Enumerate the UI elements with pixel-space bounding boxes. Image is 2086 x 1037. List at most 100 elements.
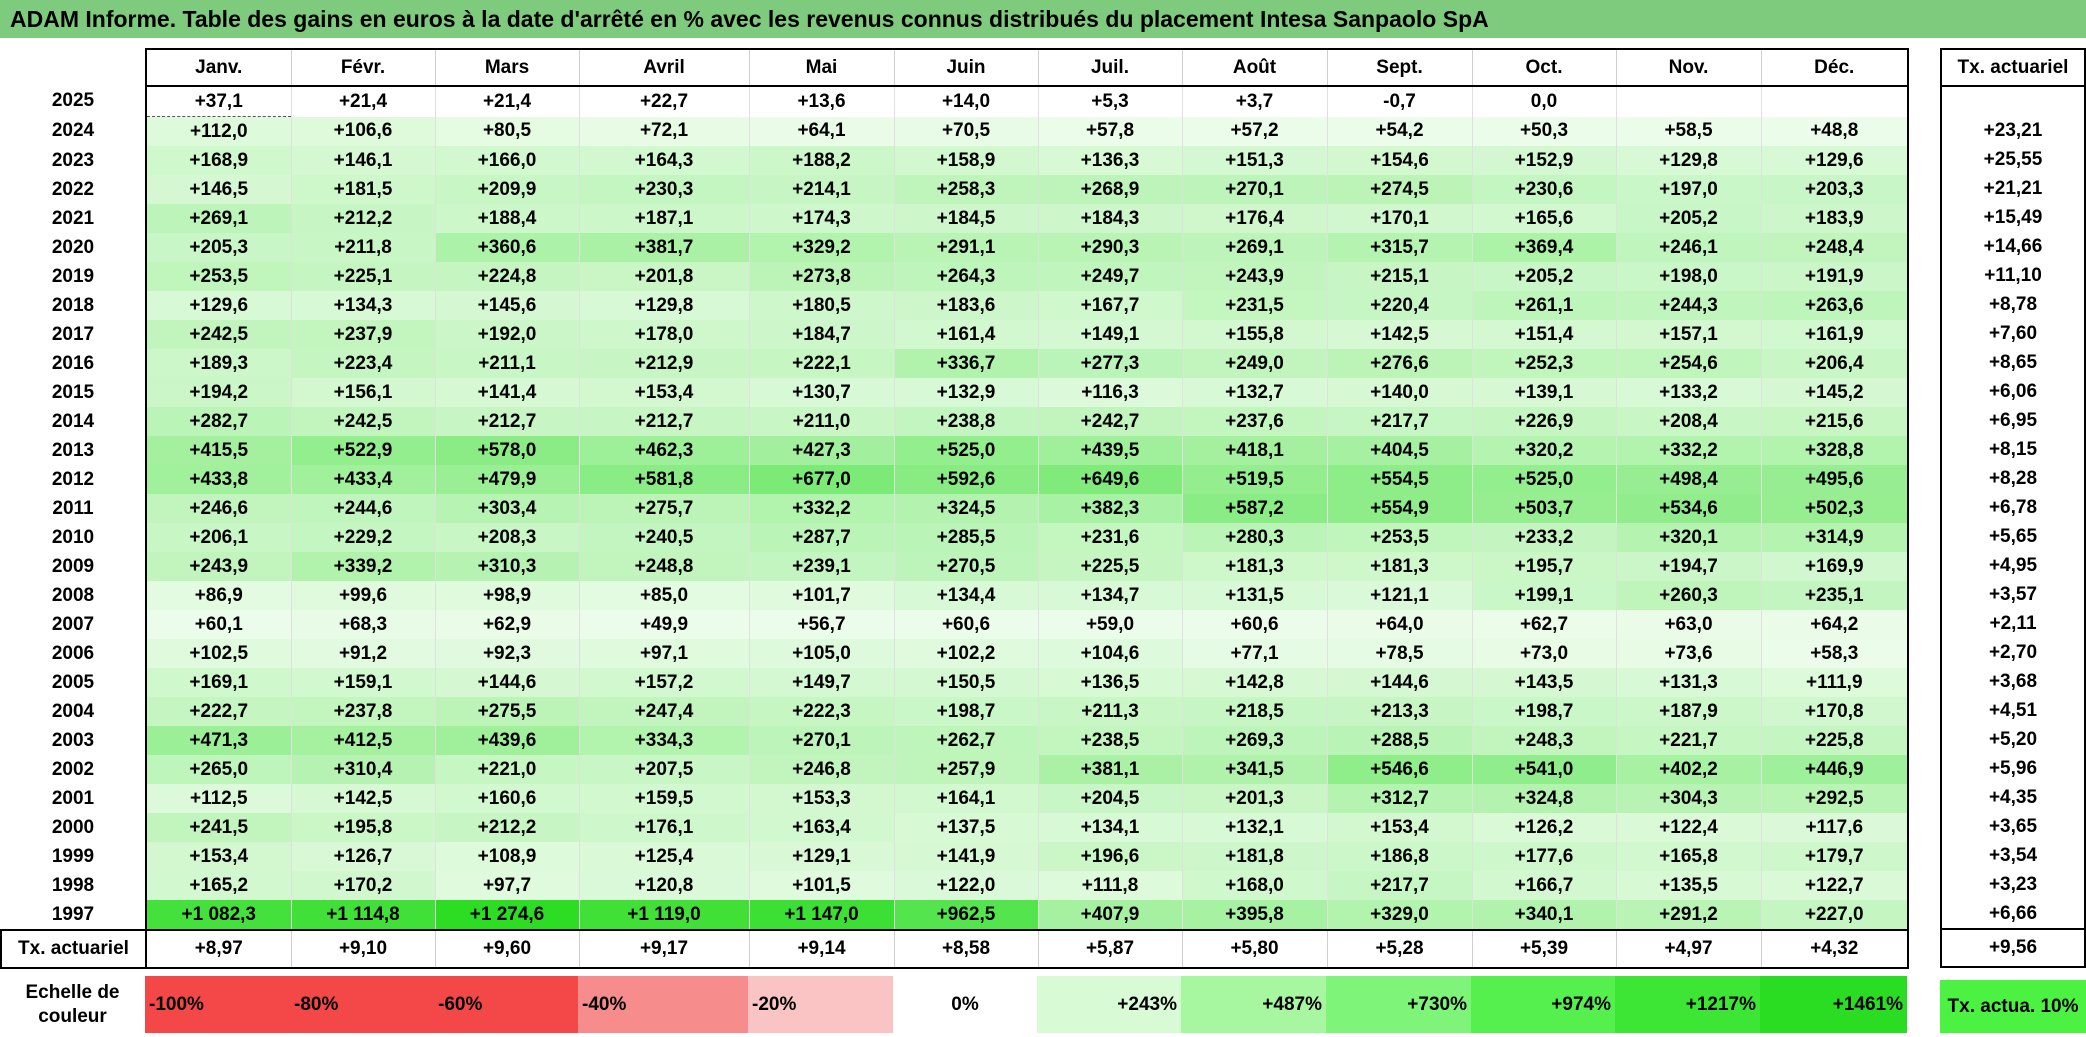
rate-row: +5,65: [1940, 522, 2086, 551]
rate-row: +6,95: [1940, 406, 2086, 435]
year-label: 2024: [51, 120, 95, 142]
gain-cell: +217,7: [1326, 407, 1472, 436]
gain-cell: +246,1: [1615, 233, 1761, 262]
gain-cell: +142,5: [290, 784, 435, 813]
gain-cell: +1 082,3: [145, 900, 291, 930]
gain-cell: +439,6: [434, 726, 579, 755]
gain-cell: +239,1: [748, 552, 894, 581]
actuarial-rate-cell: +7,60: [1940, 319, 2086, 348]
year-label: 2000: [51, 816, 95, 838]
gain-cell: +206,1: [145, 523, 291, 552]
gain-cell: +129,1: [748, 842, 894, 871]
table-row: 2025 +37,1 +21,4 +21,4 +22,7 +13,6 +14,0 +5,3 +3…: [1, 86, 1909, 117]
gain-cell: +168,0: [1181, 871, 1327, 900]
rate-row: +23,21: [1940, 116, 2086, 145]
gain-cell: +225,8: [1760, 726, 1909, 755]
gain-cell: +157,2: [578, 668, 749, 697]
gain-cell: +160,6: [434, 784, 579, 813]
gain-cell: +381,7: [578, 233, 749, 262]
gain-cell: +117,6: [1760, 813, 1909, 842]
table-row: 2005 +169,1 +159,1 +144,6 +157,2 +149,7 +150,5…: [1, 668, 1909, 697]
gain-cell: +215,6: [1760, 407, 1909, 436]
total-rate-cell: +8,97: [145, 929, 291, 969]
rate-row: +6,66: [1940, 899, 2086, 929]
actuarial-rate-cell: +4,51: [1940, 696, 2086, 725]
gain-cell: +534,6: [1615, 494, 1761, 523]
month-header-row: Janv. Févr. Mars Avril Mai Juin Juil. Août Sept.…: [1, 48, 1909, 87]
gain-cell: +446,9: [1760, 755, 1909, 784]
year-label: 2013: [51, 439, 95, 461]
gain-cell: +68,3: [290, 610, 435, 639]
gain-cell: +133,2: [1615, 378, 1761, 407]
gain-cell: +276,6: [1326, 349, 1472, 378]
actuarial-rate-cell: +5,65: [1940, 522, 2086, 551]
gain-cell: +122,4: [1615, 813, 1761, 842]
year-label: 2022: [51, 178, 95, 200]
gain-cell: +21,4: [290, 86, 435, 117]
gain-cell: +78,5: [1326, 639, 1472, 668]
gain-cell: +332,2: [748, 494, 894, 523]
rate-row: +3,54: [1940, 841, 2086, 870]
legend-swatch: -100%: [145, 976, 290, 1033]
gain-cell: +142,8: [1181, 668, 1327, 697]
gain-cell: +149,7: [748, 668, 894, 697]
gain-cell: +303,4: [434, 494, 579, 523]
gain-cell: +80,5: [434, 116, 579, 146]
gain-cell: +212,2: [290, 204, 435, 233]
gain-cell: +237,8: [290, 697, 435, 726]
gain-cell: +336,7: [893, 349, 1038, 378]
rate-row: +2,70: [1940, 638, 2086, 667]
gain-cell: +258,3: [893, 175, 1038, 204]
gain-cell: +312,7: [1326, 784, 1472, 813]
table-row: 2012 +433,8 +433,4 +479,9 +581,8 +677,0 +592,6…: [1, 465, 1909, 494]
gain-cell: +269,1: [145, 204, 291, 233]
actuarial-rate-column: Tx. actuariel +23,21 +25,55 +21,21 +15,49 +1…: [1940, 48, 2086, 968]
gain-cell: +244,6: [290, 494, 435, 523]
rate-row: +6,78: [1940, 493, 2086, 522]
gain-cell: +154,6: [1326, 146, 1472, 175]
legend-swatch: +974%: [1471, 976, 1615, 1033]
gain-cell: +146,5: [145, 175, 291, 204]
gain-cell: +178,0: [578, 320, 749, 349]
month-header: Août: [1181, 48, 1327, 87]
gain-cell: +91,2: [290, 639, 435, 668]
gain-cell: +221,0: [434, 755, 579, 784]
gain-cell: +502,3: [1760, 494, 1909, 523]
actuarial-rate-cell: +6,66: [1940, 899, 2086, 929]
actuarial-rate-cell: +14,66: [1940, 232, 2086, 261]
gain-cell: +102,5: [145, 639, 291, 668]
gain-cell: +60,6: [893, 610, 1038, 639]
gain-cell: +230,3: [578, 175, 749, 204]
rate-row: +8,28: [1940, 464, 2086, 493]
gain-cell: +13,6: [748, 86, 894, 117]
gain-cell: +99,6: [290, 581, 435, 610]
gain-cell: +280,3: [1181, 523, 1327, 552]
legend-swatch: +487%: [1181, 976, 1326, 1033]
gain-cell: +102,2: [893, 639, 1038, 668]
rate-row: +11,10: [1940, 261, 2086, 290]
month-header: Sept.: [1326, 48, 1472, 87]
gain-cell: +211,8: [290, 233, 435, 262]
rate-row: [1940, 86, 2086, 116]
total-rate-cell: +9,10: [290, 929, 435, 969]
gain-cell: +207,5: [578, 755, 749, 784]
gain-cell: +427,3: [748, 436, 894, 465]
gain-cell: 0,0: [1471, 86, 1616, 117]
gain-cell: +243,9: [145, 552, 291, 581]
gain-cell: +156,1: [290, 378, 435, 407]
total-rate-cell: +9,17: [578, 929, 749, 969]
gain-cell: +166,0: [434, 146, 579, 175]
gain-cell: +554,5: [1326, 465, 1472, 494]
gain-cell: +649,6: [1037, 465, 1182, 494]
gain-cell: +64,2: [1760, 610, 1909, 639]
month-header: Janv.: [145, 48, 291, 87]
gain-cell: +592,6: [893, 465, 1038, 494]
gain-cell: +260,3: [1615, 581, 1761, 610]
gain-cell: +60,6: [1181, 610, 1327, 639]
gain-cell: +243,9: [1181, 262, 1327, 291]
gain-cell: +212,9: [578, 349, 749, 378]
gain-cell: +145,2: [1760, 378, 1909, 407]
legend-label: Echelle de couleur: [25, 981, 120, 1027]
legend-swatch: -40%: [578, 976, 748, 1033]
gain-cell: +395,8: [1181, 900, 1327, 930]
